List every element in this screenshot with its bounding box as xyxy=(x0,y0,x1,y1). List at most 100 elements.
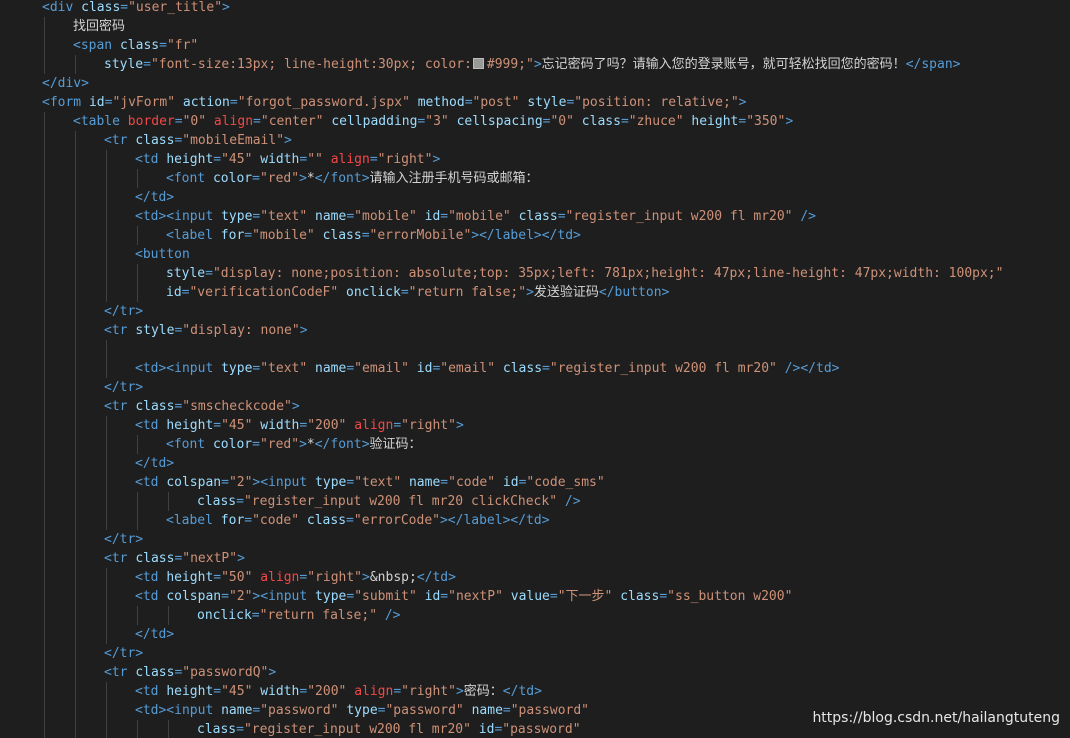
color-swatch-icon[interactable] xyxy=(472,58,484,69)
code-line[interactable]: onclick="return false;" /> xyxy=(197,606,401,625)
code-line[interactable]: <tr class="smscheckcode"> xyxy=(104,397,300,416)
code-line[interactable]: </div> xyxy=(42,74,89,93)
code-token: "smscheckcode" xyxy=(182,399,292,414)
code-token: > xyxy=(526,285,534,300)
code-token: type xyxy=(315,475,347,490)
code-token: ><input xyxy=(252,589,316,604)
code-line[interactable]: <td colspan="2"><input type="submit" id=… xyxy=(135,587,792,606)
code-line[interactable]: <label for="mobile" class="errorMobile">… xyxy=(166,226,581,245)
code-token: "red" xyxy=(259,171,300,186)
code-token: class xyxy=(81,0,121,15)
code-token: <tr xyxy=(104,323,136,338)
code-line[interactable]: </td> xyxy=(135,454,174,473)
indent-guide xyxy=(137,264,138,302)
code-line[interactable]: <label for="code" class="errorCode"></la… xyxy=(166,511,550,530)
code-token: = xyxy=(213,684,222,699)
code-token: name xyxy=(471,703,503,718)
code-line[interactable]: <td><input type="text" name="email" id="… xyxy=(135,359,839,378)
code-line[interactable]: <form id="jvForm" action="forgot_passwor… xyxy=(42,93,746,112)
code-token: > xyxy=(785,114,794,129)
code-token: height xyxy=(166,570,214,585)
code-line[interactable]: class="register_input w200 fl mr20" id="… xyxy=(197,720,581,738)
code-token: = xyxy=(244,513,253,528)
indent-guide xyxy=(106,568,107,644)
code-line[interactable]: </td> xyxy=(135,188,174,207)
code-token: height xyxy=(166,684,214,699)
code-line[interactable]: <td height="45" width="200" align="right… xyxy=(135,416,464,435)
code-token: </tr> xyxy=(104,380,144,395)
code-token: class xyxy=(502,361,543,376)
code-token: </font> xyxy=(314,171,370,186)
code-token: value xyxy=(510,589,550,604)
code-token: </td> xyxy=(135,190,175,205)
code-token: type xyxy=(221,361,253,376)
code-token: "jvForm" xyxy=(112,95,176,110)
code-line[interactable]: <tr class="nextP"> xyxy=(104,549,245,568)
code-line[interactable]: class="register_input w200 fl mr20 click… xyxy=(197,492,581,511)
code-line[interactable]: <tr class="mobileEmail"> xyxy=(104,131,292,150)
code-token: <div xyxy=(42,0,82,15)
code-token: "3" xyxy=(425,114,449,129)
code-token: "text" xyxy=(354,475,402,490)
code-token: "0" xyxy=(550,114,574,129)
code-line[interactable]: <td colspan="2"><input type="text" name=… xyxy=(135,473,605,492)
code-token: > xyxy=(291,399,300,414)
code-line[interactable]: style="display: none;position: absolute;… xyxy=(166,264,1003,283)
code-token: = xyxy=(346,361,355,376)
indent-guide xyxy=(137,492,138,530)
code-line[interactable]: <tr class="passwordQ"> xyxy=(104,663,276,682)
code-token: "0" xyxy=(182,114,207,129)
code-token: onclick xyxy=(197,608,252,623)
code-line[interactable]: <table border="0" align="center" cellpad… xyxy=(73,112,793,131)
code-token: = xyxy=(659,589,668,604)
code-line[interactable]: </td> xyxy=(135,625,174,644)
code-line[interactable]: <div class="user_title"> xyxy=(42,0,230,17)
code-token: "mobile" xyxy=(448,209,511,224)
code-editor[interactable]: <div class="user_title"> 找回密码 <span class=… xyxy=(0,0,1070,738)
code-token: = xyxy=(213,570,222,585)
code-token: = xyxy=(557,209,566,224)
code-line[interactable]: <td><input type="text" name="mobile" id=… xyxy=(135,207,816,226)
code-line[interactable]: 找回密码 xyxy=(73,17,125,36)
indent-guide xyxy=(168,720,169,738)
code-token: <tr xyxy=(104,133,136,148)
code-token: = xyxy=(440,209,449,224)
code-line[interactable]: </tr> xyxy=(104,644,143,663)
code-line[interactable]: <td height="50" align="right">&nbsp;</td… xyxy=(135,568,456,587)
code-token: </div> xyxy=(42,76,89,91)
indent-guide xyxy=(75,55,76,74)
code-line[interactable]: <font color="red">*</font>验证码： xyxy=(166,435,422,454)
code-line[interactable]: <td><input name="password" type="passwor… xyxy=(135,701,589,720)
code-line[interactable]: </tr> xyxy=(104,530,143,549)
code-token: "password" xyxy=(385,703,464,718)
code-token: id xyxy=(424,209,441,224)
code-token: align xyxy=(330,152,370,167)
code-line[interactable]: id="verificationCodeF" onclick="return f… xyxy=(166,283,669,302)
code-token: = xyxy=(620,114,629,129)
indent-guide xyxy=(44,112,45,738)
code-line[interactable]: <td height="45" width="200" align="right… xyxy=(135,682,542,701)
code-line[interactable]: style="font-size:13px; line-height:30px;… xyxy=(104,55,960,74)
code-line[interactable]: <tr style="display: none"> xyxy=(104,321,308,340)
code-token: <td xyxy=(135,152,167,167)
indent-guide xyxy=(106,340,107,378)
code-line[interactable]: <span class="fr" xyxy=(73,36,198,55)
code-line[interactable]: </tr> xyxy=(104,378,143,397)
code-token: align xyxy=(354,418,394,433)
code-token: <font xyxy=(166,437,213,452)
code-line[interactable]: <font color="red">*</font>请输入注册手机号码或邮箱： xyxy=(166,169,539,188)
code-token: "" xyxy=(307,152,323,167)
code-line[interactable]: <button xyxy=(135,245,190,264)
code-token: = xyxy=(464,95,473,110)
code-line[interactable]: </tr> xyxy=(104,302,143,321)
code-token: /> xyxy=(800,209,816,224)
code-line[interactable]: <td height="45" width="" align="right"> xyxy=(135,150,440,169)
code-token: method xyxy=(417,95,465,110)
code-token: width xyxy=(260,152,300,167)
